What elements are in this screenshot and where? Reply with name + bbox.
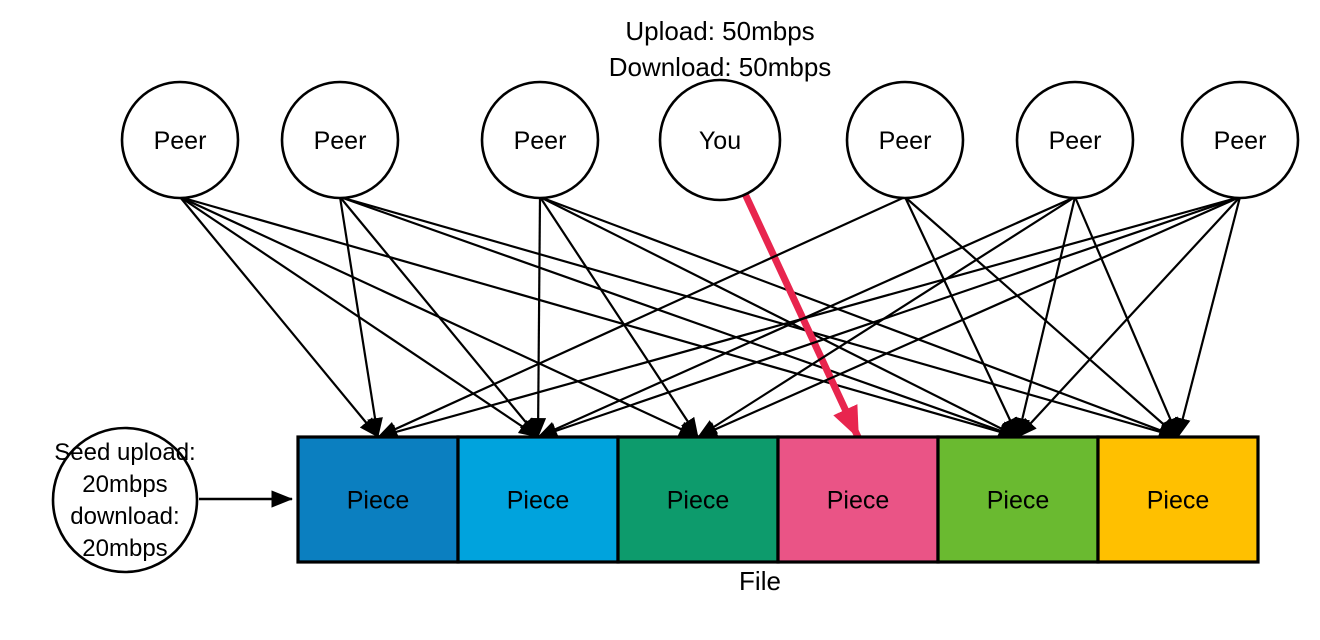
seed-label-line: 20mbps (82, 471, 167, 498)
peer-to-piece-arrow (179, 196, 379, 438)
peer-label: Peer (1049, 127, 1102, 155)
nodes-layer: Peer Peer Peer You Peer Peer Peer (120, 78, 1300, 202)
seed-label-line: Seed upload: (54, 439, 195, 466)
peer-node[interactable]: Peer (1015, 80, 1135, 200)
file-piece[interactable]: Piece (296, 435, 460, 564)
peer-label: Peer (879, 127, 932, 155)
seed-node: Seed upload: 20mbps download: 20mbps (51, 426, 293, 574)
file-piece[interactable]: Piece (1096, 435, 1260, 564)
file-piece[interactable]: Piece (776, 435, 940, 564)
caption-download: Download: 50mbps (609, 52, 832, 82)
peer-label: Peer (514, 127, 567, 155)
seed-label-line: 20mbps (82, 535, 167, 562)
you-node[interactable]: You (658, 78, 782, 202)
piece-label: Piece (347, 487, 410, 515)
caption-upload: Upload: 50mbps (625, 16, 814, 46)
peer-to-piece-arrow (1073, 196, 1180, 438)
diagram-canvas: Upload: 50mbps Download: 50mbps Piece Pie… (0, 0, 1320, 640)
file-piece[interactable]: Piece (936, 435, 1100, 564)
peer-node[interactable]: Peer (1180, 80, 1300, 200)
peer-node[interactable]: Peer (480, 80, 600, 200)
peer-to-piece-arrow (904, 196, 1019, 438)
you-to-piece-arrow (742, 192, 862, 439)
peer-label: Peer (314, 127, 367, 155)
piece-label: Piece (507, 487, 570, 515)
peer-to-piece-arrow (530, 196, 547, 438)
piece-label: Piece (1147, 487, 1210, 515)
you-label: You (699, 127, 741, 155)
peer-node[interactable]: Peer (280, 80, 400, 200)
peer-label: Peer (154, 127, 207, 155)
seed-label-line: download: (70, 503, 179, 530)
bandwidth-caption: Upload: 50mbps Download: 50mbps (609, 16, 832, 82)
piece-label: Piece (667, 487, 730, 515)
peer-to-piece-arrow (1017, 196, 1241, 438)
peer-node[interactable]: Peer (120, 80, 240, 200)
file-label: File (739, 566, 781, 596)
peer-to-piece-arrow (377, 195, 1241, 440)
peer-to-piece-arrow (1014, 196, 1077, 438)
file-piece[interactable]: Piece (456, 435, 620, 564)
peer-to-piece-arrow (1175, 196, 1242, 438)
file-bar: Piece Piece Piece Piece Piece Piece (296, 435, 1260, 564)
file-piece[interactable]: Piece (616, 435, 780, 564)
p2p-file-sharing-diagram: Upload: 50mbps Download: 50mbps Piece Pie… (51, 16, 1300, 596)
edges-layer (179, 192, 1242, 440)
peer-to-piece-arrow (539, 195, 1179, 439)
peer-to-piece-arrow (338, 196, 383, 438)
piece-label: Piece (987, 487, 1050, 515)
peer-to-piece-arrow (339, 195, 1019, 439)
peer-node[interactable]: Peer (845, 80, 965, 200)
piece-label: Piece (827, 487, 890, 515)
peer-label: Peer (1214, 127, 1267, 155)
